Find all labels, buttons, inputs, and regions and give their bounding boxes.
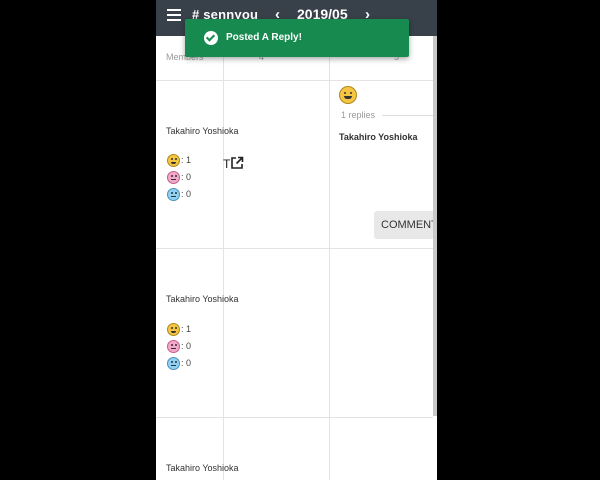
reply-author: Takahiro Yoshioka xyxy=(339,132,418,142)
happy-face-icon xyxy=(167,154,180,168)
member-name: Takahiro Yoshioka xyxy=(166,463,239,473)
member-name: Takahiro Yoshioka xyxy=(166,294,239,304)
happy-count: : 1 xyxy=(167,153,191,168)
replies-divider xyxy=(382,115,437,116)
check-circle-icon xyxy=(204,31,218,45)
replies-count[interactable]: 1 replies xyxy=(341,110,375,120)
row-divider xyxy=(156,248,433,249)
neutral-face-icon xyxy=(167,340,180,354)
toast-message: Posted A Reply! xyxy=(226,32,302,43)
toast-notification: Posted A Reply! xyxy=(185,19,409,57)
neutral-count: : 0 xyxy=(167,170,191,185)
column-divider xyxy=(329,36,330,480)
happy-count: : 1 xyxy=(167,322,191,337)
phone-screen: # sennyou ‹ 2019/05 › Members 4 5 Takahi… xyxy=(156,0,437,480)
sad-count: : 0 xyxy=(167,356,191,371)
neutral-count: : 0 xyxy=(167,339,191,354)
sad-face-icon xyxy=(167,188,180,202)
open-external-icon[interactable] xyxy=(230,156,244,170)
column-divider xyxy=(223,36,224,480)
row-divider xyxy=(156,417,433,418)
member-name: Takahiro Yoshioka xyxy=(166,126,239,136)
comment-button[interactable]: COMMENT xyxy=(374,211,437,239)
scrollbar[interactable] xyxy=(433,36,437,416)
sad-face-icon xyxy=(167,357,180,371)
happy-face-icon xyxy=(167,323,180,337)
hamburger-menu-icon[interactable] xyxy=(167,9,181,21)
neutral-face-icon xyxy=(167,171,180,185)
happy-face-icon[interactable] xyxy=(339,86,357,104)
sad-count: : 0 xyxy=(167,187,191,202)
